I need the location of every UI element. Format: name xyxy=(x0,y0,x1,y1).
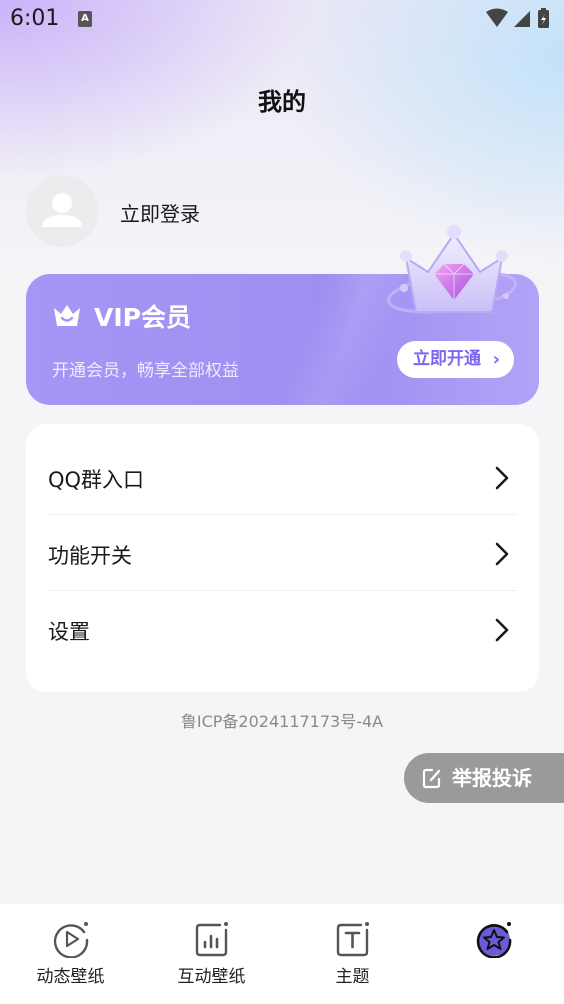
divider xyxy=(48,514,517,515)
play-icon xyxy=(53,922,89,958)
bottom-tab-bar: 动态壁纸 互动壁纸 主题 xyxy=(0,904,564,1004)
menu-item-label: 设置 xyxy=(48,620,90,644)
status-icons xyxy=(486,8,549,28)
menu-item-label: QQ群入口 xyxy=(48,468,145,492)
a-icon: A xyxy=(78,11,92,27)
icp-record[interactable]: 鲁ICP备2024117173号-4A xyxy=(0,708,564,732)
user-icon xyxy=(42,193,82,227)
chevron-right-icon xyxy=(495,542,509,566)
tab-live-wallpaper[interactable]: 动态壁纸 xyxy=(0,904,141,1004)
menu-card: QQ群入口 功能开关 设置 xyxy=(26,424,539,692)
edit-icon xyxy=(422,768,441,789)
bar-chart-icon xyxy=(195,922,228,957)
chevron-right-icon xyxy=(495,466,509,490)
diamond-crown-icon xyxy=(387,225,517,314)
menu-item-qq-group[interactable]: QQ群入口 xyxy=(26,440,539,515)
login-button[interactable]: 立即登录 xyxy=(120,198,200,227)
vip-open-button[interactable]: 立即开通 › xyxy=(397,341,514,378)
vip-title: VIP会员 xyxy=(94,303,191,332)
text-icon xyxy=(336,922,369,957)
divider xyxy=(48,590,517,591)
tab-theme[interactable]: 主题 xyxy=(282,904,423,1004)
avatar[interactable] xyxy=(26,175,98,247)
tab-mine[interactable] xyxy=(423,904,564,1004)
chevron-right-icon: › xyxy=(492,349,500,370)
signal-icon xyxy=(514,11,530,27)
menu-item-settings[interactable]: 设置 xyxy=(26,592,539,667)
report-button-label: 举报投诉 xyxy=(452,766,532,790)
status-bar: 6:01 A xyxy=(0,0,564,40)
page-title: 我的 xyxy=(258,88,306,116)
report-button[interactable]: 举报投诉 xyxy=(404,753,564,803)
menu-item-label: 功能开关 xyxy=(48,544,132,568)
status-time: 6:01 xyxy=(10,6,60,31)
tab-label: 互动壁纸 xyxy=(177,967,246,987)
star-icon xyxy=(476,922,512,958)
chevron-right-icon xyxy=(495,618,509,642)
vip-crown-icon xyxy=(54,305,80,326)
vip-subtitle: 开通会员，畅享全部权益 xyxy=(52,361,239,381)
tab-label: 主题 xyxy=(335,967,370,987)
vip-open-button-label: 立即开通 xyxy=(413,349,481,369)
battery-icon xyxy=(538,8,549,28)
menu-item-feature-switch[interactable]: 功能开关 xyxy=(26,516,539,591)
wifi-icon xyxy=(486,8,508,27)
tab-interactive-wallpaper[interactable]: 互动壁纸 xyxy=(141,904,282,1004)
tab-label: 动态壁纸 xyxy=(36,967,105,987)
